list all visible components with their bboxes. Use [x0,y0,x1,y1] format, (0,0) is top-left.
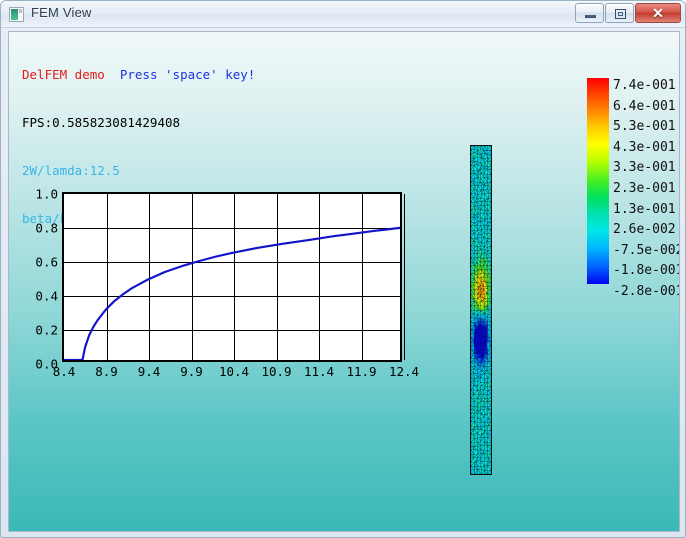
colorbar-tick-label: -7.5e-002 [613,242,680,258]
minimize-button[interactable] [575,3,604,23]
fem-mesh-triangles [471,146,491,474]
colorbar-tick-label: -2.8e-001 [613,284,680,299]
colorbar-tick-label: 2.3e-001 [613,181,676,196]
close-icon: ✕ [652,5,664,21]
x-tick-label: 8.4 [52,364,76,379]
hud-width-label: 2W/lamda:12.5 [22,163,120,178]
hud-line-1: DelFEM demo Press 'space' key! [22,67,255,83]
colorbar-tick-label: 1.3e-001 [613,201,676,217]
colorbar-tick-label: 4.3e-001 [613,139,676,155]
x-tick-label: 9.4 [137,364,161,379]
x-tick-label: 10.4 [218,364,250,379]
colorbar-tick-label: 2.6e-002 [613,222,676,238]
beta-k0-plot: 0.0 0.2 0.4 0.6 0.8 1.0 8.4 8.9 9.4 9.9 10.4 10.9 1… [35,187,419,380]
x-tick-label: 11.9 [346,364,377,379]
x-tick-label: 12.4 [388,364,420,379]
x-tick-label: 8.9 [95,364,118,379]
hud-fps-label: FPS:0.585823081429408 [22,115,181,130]
window-controls: ✕ [574,3,681,23]
hud-hint-label: Press 'space' key! [119,67,256,82]
maximize-icon [615,9,626,19]
y-tick-label: 1.0 [35,186,58,202]
colorbar-gradient [587,78,609,284]
title-bar[interactable]: FEM View ✕ [1,1,685,28]
chart-curve-beta-k0 [64,226,400,360]
colorbar-tick-label: 7.4e-001 [613,78,676,93]
y-tick-label: 0.6 [35,254,58,270]
x-tick-label: 11.4 [303,364,335,379]
fem-mesh-strip[interactable] [470,145,492,475]
colorbar-tick-label: 6.4e-001 [613,98,676,114]
y-tick-label: 0.4 [35,288,58,304]
colorbar-tick-label: 3.3e-001 [613,160,676,176]
minimize-icon [585,15,596,18]
x-tick-label: 9.9 [180,364,203,379]
hud-demo-label: DelFEM demo [22,67,105,82]
colorbar-labels: 7.4e-001 6.4e-001 5.3e-001 4.3e-001 3.3e-001… [613,68,680,299]
gl-viewport[interactable]: DelFEM demo Press 'space' key! FPS:0.585… [8,31,680,532]
x-tick-label: 10.9 [261,364,292,379]
y-tick-label: 0.2 [35,322,58,338]
y-tick-label: 0.8 [35,220,58,236]
close-button[interactable]: ✕ [635,3,681,23]
fem-view-window: FEM View ✕ DelFEM demo Press 'space' key… [0,0,686,538]
maximize-button[interactable] [605,3,634,23]
colorbar-tick-label: -1.8e-001 [613,263,680,279]
gridline-vertical [404,194,405,360]
app-icon [9,7,24,22]
colorbar-tick-label: 5.3e-001 [613,119,676,135]
window-title: FEM View [31,5,92,20]
